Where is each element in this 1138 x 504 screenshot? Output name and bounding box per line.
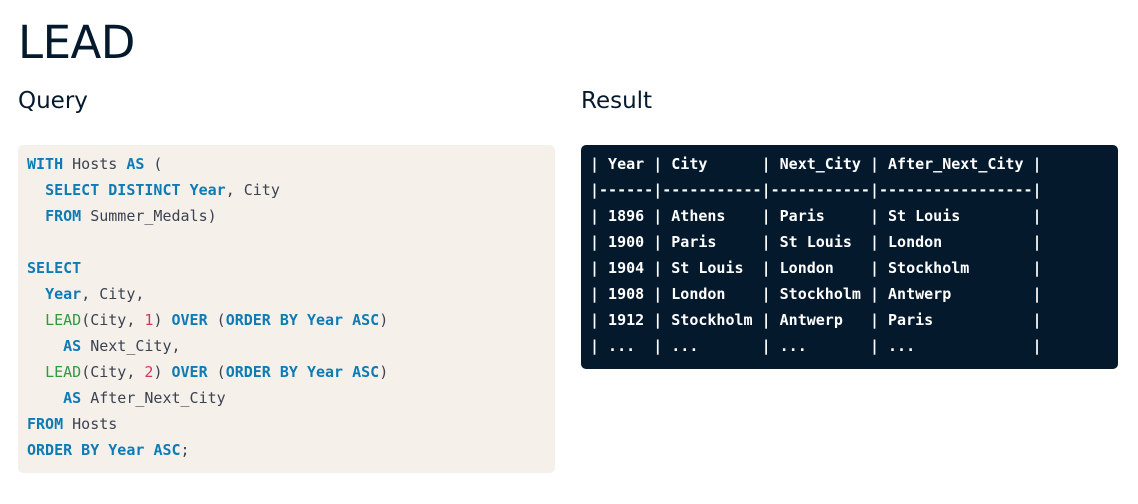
code-token: FROM <box>45 207 82 225</box>
code-token: LEAD <box>45 311 82 329</box>
query-heading: Query <box>18 88 88 114</box>
result-table-block: | Year | City | Next_City | After_Next_C… <box>581 145 1118 369</box>
code-token: ASC <box>352 363 380 381</box>
result-header-row: | Year | City | Next_City | After_Next_C… <box>590 155 1042 173</box>
code-token: AS <box>63 389 82 407</box>
code-token: OVER <box>171 363 208 381</box>
code-token: AS <box>126 155 145 173</box>
code-token: After_Next_City <box>81 389 226 407</box>
code-line: Year, City, <box>27 281 555 307</box>
code-token: AS <box>63 337 82 355</box>
code-token: Year <box>45 285 82 303</box>
page-title: LEAD <box>18 16 135 69</box>
code-token: ASC <box>352 311 380 329</box>
code-line: SELECT DISTINCT Year, City <box>27 177 555 203</box>
code-token: ( <box>207 363 226 381</box>
result-row: | ... | ... | ... | ... | <box>590 337 1042 355</box>
code-token: ORDER BY <box>225 363 298 381</box>
code-token: ) <box>153 363 172 381</box>
code-token: , City <box>225 181 280 199</box>
code-line: FROM Hosts <box>27 411 555 437</box>
code-token: , City, <box>81 285 145 303</box>
code-token: Next_City, <box>81 337 181 355</box>
code-token: Hosts <box>63 415 118 433</box>
code-line: SELECT <box>27 255 555 281</box>
result-row: | 1904 | St Louis | London | Stockholm | <box>590 259 1042 277</box>
code-token: Year <box>306 311 344 329</box>
code-token: WITH <box>27 155 64 173</box>
code-line: AS Next_City, <box>27 333 555 359</box>
code-token: Summer_Medals) <box>81 207 217 225</box>
code-token: OVER <box>171 311 208 329</box>
code-token: ORDER BY <box>27 441 100 459</box>
code-token: ; <box>180 441 190 459</box>
code-token: ) <box>153 311 172 329</box>
code-line: LEAD(City, 2) OVER (ORDER BY Year ASC) <box>27 359 555 385</box>
result-heading: Result <box>581 88 653 114</box>
code-line: AS After_Next_City <box>27 385 555 411</box>
code-token: ( <box>207 311 226 329</box>
code-token: Hosts <box>63 155 127 173</box>
code-line: LEAD(City, 1) OVER (ORDER BY Year ASC) <box>27 307 555 333</box>
code-line: FROM Summer_Medals) <box>27 203 555 229</box>
code-token: ASC <box>153 441 181 459</box>
code-token: Year <box>189 181 226 199</box>
result-row: | 1908 | London | Stockholm | Antwerp | <box>590 285 1042 303</box>
code-token: ) <box>379 363 389 381</box>
code-line: WITH Hosts AS ( <box>27 151 555 177</box>
code-line: ORDER BY Year ASC; <box>27 437 555 463</box>
code-token: ) <box>379 311 389 329</box>
sql-code-block: WITH Hosts AS ( SELECT DISTINCT Year, Ci… <box>18 145 555 473</box>
code-token: Year <box>108 441 145 459</box>
code-token: (City, <box>81 363 145 381</box>
code-token: ( <box>144 155 163 173</box>
result-row: | 1912 | Stockholm | Antwerp | Paris | <box>590 311 1042 329</box>
result-row: | 1896 | Athens | Paris | St Louis | <box>590 207 1042 225</box>
code-token: SELECT DISTINCT <box>45 181 181 199</box>
code-token: (City, <box>81 311 145 329</box>
code-token: ORDER BY <box>225 311 298 329</box>
result-row: | 1900 | Paris | St Louis | London | <box>590 233 1042 251</box>
result-separator-row: |------|-----------|-----------|--------… <box>590 181 1042 199</box>
code-token: LEAD <box>45 363 82 381</box>
code-token: SELECT <box>27 259 82 277</box>
code-token: Year <box>306 363 344 381</box>
code-token: FROM <box>27 415 64 433</box>
